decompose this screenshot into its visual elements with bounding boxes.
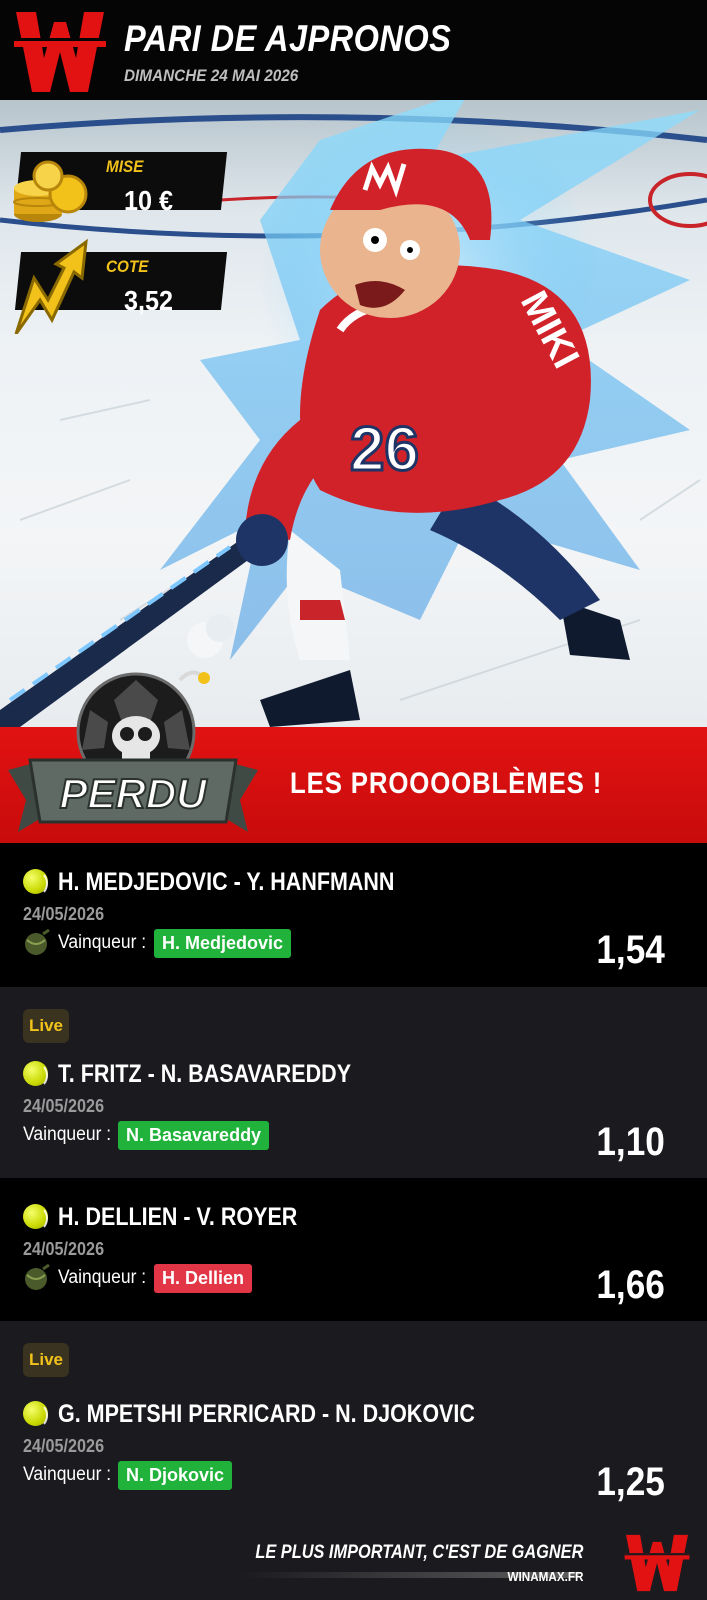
tennis-ball-bomb-icon — [25, 1263, 50, 1290]
tennis-ball-icon — [23, 1401, 48, 1428]
page-title: PARI DE AJPRONOS — [124, 18, 452, 59]
bet-market-label: Vainqueur : — [23, 1464, 112, 1485]
bet-date: 24/05/2026 — [23, 904, 105, 924]
footer: LE PLUS IMPORTANT, C'EST DE GAGNER WINAM… — [0, 1524, 707, 1600]
bet-pick-lost: H. Dellien — [154, 1264, 253, 1293]
bet-odd: 1,25 — [596, 1460, 665, 1504]
result-badge-text: PERDU — [59, 770, 208, 817]
bet-market-label: Vainqueur : — [23, 1124, 112, 1145]
result-message: LES PROOOOBLÈMES ! — [290, 767, 603, 800]
lightning-arrow-icon — [14, 238, 88, 334]
bet-item[interactable]: Live G. MPETSHI PERRICARD - N. DJOKOVIC … — [0, 1321, 707, 1524]
bet-pick-won: N. Basavareddy — [118, 1121, 270, 1150]
perdu-badge: PERDU — [8, 670, 258, 832]
bet-odd: 1,54 — [596, 928, 665, 972]
bet-item[interactable]: H. MEDJEDOVIC - Y. HANFMANN 24/05/2026 V… — [0, 843, 707, 987]
bet-odd: 1,66 — [596, 1263, 665, 1307]
bet-date: 24/05/2026 — [23, 1239, 105, 1259]
bet-market-label: Vainqueur : — [58, 1267, 147, 1288]
bet-date: 24/05/2026 — [23, 1096, 105, 1116]
bet-pick-won: H. Medjedovic — [154, 929, 292, 958]
footer-tagline: LE PLUS IMPORTANT, C'EST DE GAGNER — [255, 1542, 583, 1563]
winamax-logo-icon — [624, 1534, 690, 1592]
bet-date: 24/05/2026 — [23, 1436, 105, 1456]
tennis-ball-icon — [23, 1061, 48, 1088]
bet-item[interactable]: Live T. FRITZ - N. BASAVAREDDY 24/05/202… — [0, 987, 707, 1178]
bet-match: H. MEDJEDOVIC - Y. HANFMANN — [58, 868, 395, 896]
live-badge: Live — [23, 1343, 69, 1377]
stake-label: MISE — [106, 157, 144, 176]
hero-illustration: 26 MIKI MISE 10 € COTE 3,52 — [0, 100, 707, 727]
page-date: DIMANCHE 24 MAI 2026 — [124, 66, 299, 85]
bet-item[interactable]: H. DELLIEN - V. ROYER 24/05/2026 Vainque… — [0, 1178, 707, 1321]
jersey-number: 26 — [350, 415, 419, 484]
bet-match: H. DELLIEN - V. ROYER — [58, 1203, 298, 1231]
odds-label: COTE — [106, 257, 149, 276]
bet-match: T. FRITZ - N. BASAVAREDDY — [58, 1060, 352, 1088]
bet-match: G. MPETSHI PERRICARD - N. DJOKOVIC — [58, 1400, 475, 1428]
header: PARI DE AJPRONOS DIMANCHE 24 MAI 2026 — [0, 0, 707, 100]
stake-value: 10 € — [124, 185, 174, 216]
bet-market-label: Vainqueur : — [58, 932, 147, 953]
footer-site[interactable]: WINAMAX.FR — [507, 1569, 583, 1584]
tennis-ball-icon — [23, 869, 48, 896]
winamax-logo-icon — [14, 12, 106, 92]
tennis-ball-bomb-icon — [25, 928, 50, 955]
live-badge: Live — [23, 1009, 69, 1043]
bet-pick-won: N. Djokovic — [118, 1461, 233, 1490]
bet-odd: 1,10 — [596, 1120, 665, 1164]
bets-list: H. MEDJEDOVIC - Y. HANFMANN 24/05/2026 V… — [0, 843, 707, 1524]
coins-icon — [13, 160, 88, 222]
tennis-ball-icon — [23, 1204, 48, 1231]
odds-value: 3,52 — [124, 285, 174, 316]
